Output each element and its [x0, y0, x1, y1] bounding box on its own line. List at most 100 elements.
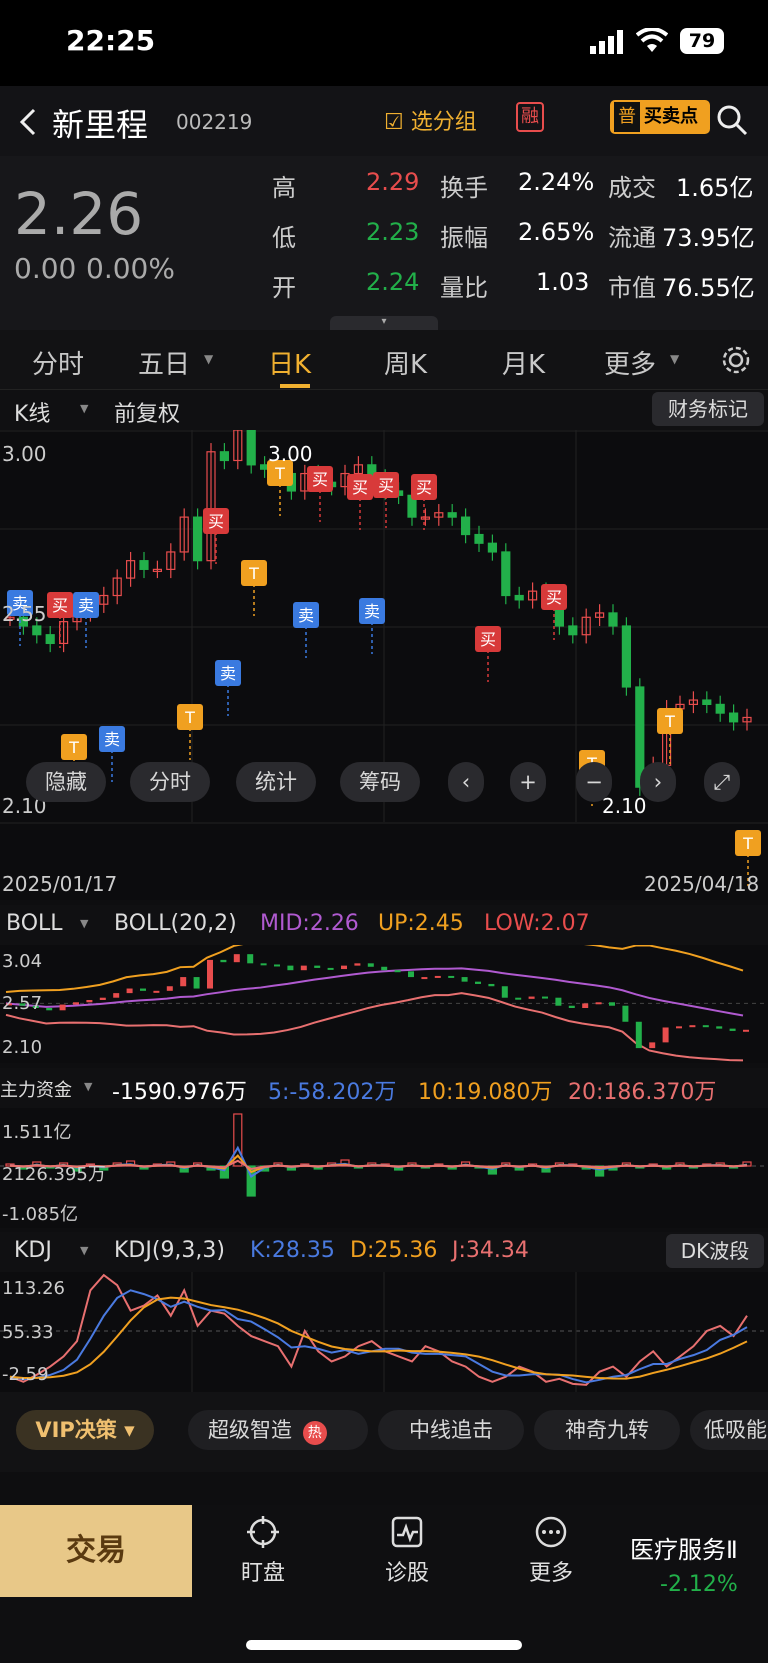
adjust-mode[interactable]: 前复权: [114, 396, 180, 428]
sector-change: -2.12%: [660, 1572, 738, 1597]
scroll-right-icon[interactable]: ›: [640, 762, 676, 802]
select-group-button[interactable]: ☑ 选分组: [384, 104, 477, 136]
boll-candle: [555, 997, 562, 1006]
fullscreen-icon[interactable]: ⤢: [704, 762, 740, 802]
boll-candle: [140, 988, 146, 991]
nav-more[interactable]: 更多: [496, 1515, 606, 1587]
mktcap-label: 市值: [608, 274, 656, 302]
kdj-svg: [0, 1272, 768, 1392]
date-start: 2025/01/17: [2, 872, 118, 896]
mktcap-value: 76.55亿: [662, 274, 755, 302]
checkbox-icon: ☑: [384, 110, 404, 135]
boll-candle: [314, 965, 321, 968]
kdj-y-mid: 55.33: [2, 1322, 54, 1343]
kdj-k: K:28.35: [250, 1238, 335, 1263]
capital-panel[interactable]: 1.511亿 2126.395万 -1.085亿: [0, 1108, 768, 1228]
amplitude-label: 振幅: [440, 224, 488, 252]
tab-more[interactable]: 更多: [604, 344, 656, 381]
more-dots-icon: [535, 1516, 567, 1548]
boll-candle: [662, 1027, 669, 1043]
nav-diagnose[interactable]: 诊股: [352, 1515, 462, 1587]
kline-chart[interactable]: 卖买卖T卖T买卖TT卖买买卖买买买买TTT 3.00 2.55 2.10 3.0…: [0, 421, 768, 900]
buysell-point-button[interactable]: 普买卖点: [610, 100, 710, 134]
capital-value: -1590.976万: [112, 1080, 247, 1105]
boll-candle: [582, 1003, 589, 1009]
candle-body: [715, 703, 725, 714]
dk-band-button[interactable]: DK波段: [666, 1234, 764, 1268]
candle-body: [193, 516, 203, 562]
sell-marker: 卖: [293, 602, 319, 658]
kdj-y-bottom: -2.59: [2, 1364, 49, 1385]
sector-name[interactable]: 医疗服务Ⅱ: [630, 1530, 738, 1565]
intraday-button[interactable]: 分时: [130, 762, 210, 802]
kline-subbar: K线 ▼ 前复权 财务标记: [0, 390, 768, 430]
date-end: 2025/04/18: [644, 872, 760, 896]
tab-intraday[interactable]: 分时: [32, 344, 84, 381]
tab-weekly-k[interactable]: 周K: [384, 344, 427, 381]
boll-candle: [73, 1002, 79, 1005]
strategy-super-manufacturing[interactable]: 超级智造 热: [188, 1410, 368, 1450]
expand-chevron-icon[interactable]: ▾: [330, 316, 438, 330]
margin-badge[interactable]: 融: [516, 102, 544, 132]
candle-body: [219, 451, 229, 462]
candle-body: [621, 625, 632, 688]
boll-y-bottom: 2.10: [2, 1037, 43, 1058]
search-icon[interactable]: [716, 104, 748, 136]
boll-svg: [0, 935, 768, 1062]
strategy-low-buy[interactable]: 低吸能: [690, 1410, 768, 1450]
svg-text:买: 买: [480, 630, 496, 649]
tab-five-day[interactable]: 五日: [138, 344, 190, 381]
chips-button[interactable]: 筹码: [340, 762, 420, 802]
strategy-midline-chase[interactable]: 中线追击: [378, 1410, 524, 1450]
kdj-panel[interactable]: 113.26 55.33 -2.59: [0, 1272, 768, 1392]
boll-header: BOLL ▼ BOLL(20,2) MID:2.26 UP:2.45 LOW:2…: [0, 905, 768, 945]
stats-button[interactable]: 统计: [236, 762, 316, 802]
boll-candle: [367, 963, 374, 967]
boll-candle: [126, 988, 133, 994]
back-icon[interactable]: [18, 108, 38, 136]
boll-candle: [716, 1026, 723, 1029]
tab-daily-k[interactable]: 日K: [268, 344, 311, 381]
boll-candle: [676, 1026, 682, 1029]
kdj-selector[interactable]: KDJ: [14, 1238, 52, 1263]
zoom-out-icon[interactable]: −: [576, 762, 612, 802]
vip-decision-button[interactable]: VIP决策 ▾: [16, 1410, 154, 1450]
float-value: 73.95亿: [662, 224, 755, 252]
boll-candle: [46, 1008, 53, 1011]
boll-mid: MID:2.26: [260, 911, 359, 936]
svg-text:买: 买: [378, 476, 394, 495]
boll-candle: [743, 1029, 749, 1032]
strategy-magic-nine[interactable]: 神奇九转: [534, 1410, 680, 1450]
sell-marker: 卖: [359, 598, 385, 654]
boll-candle: [649, 1042, 656, 1049]
settings-gear-icon[interactable]: [720, 344, 752, 376]
boll-candle: [220, 959, 227, 963]
boll-selector[interactable]: BOLL: [6, 911, 63, 936]
boll-y-mid: 2.57: [2, 993, 43, 1014]
zoom-in-icon[interactable]: +: [510, 762, 546, 802]
candle-body: [45, 634, 55, 645]
stock-code: 002219: [176, 110, 253, 134]
kline-selector[interactable]: K线: [14, 396, 50, 428]
hide-button[interactable]: 隐藏: [26, 762, 106, 802]
scroll-left-icon[interactable]: ‹: [448, 762, 484, 802]
boll-candle: [153, 990, 160, 993]
status-bar: 22:25 79: [0, 0, 768, 86]
finance-mark-button[interactable]: 财务标记: [652, 392, 764, 426]
boll-candle: [595, 1002, 602, 1005]
boll-panel[interactable]: 3.04 2.57 2.10: [0, 935, 768, 1063]
capital-ma5-line: [9, 1145, 748, 1178]
trade-button[interactable]: 交易: [0, 1505, 192, 1597]
nav-watch[interactable]: 盯盘: [208, 1515, 318, 1587]
capital-ma10: 10:19.080万: [418, 1080, 553, 1105]
capital-y-bottom: -1.085亿: [2, 1204, 79, 1225]
candle-body: [702, 699, 712, 705]
boll-candle: [260, 963, 267, 966]
boll-candle: [166, 986, 173, 991]
wifi-icon: [636, 28, 668, 52]
tab-monthly-k[interactable]: 月K: [502, 344, 545, 381]
capital-selector[interactable]: 主力资金: [0, 1076, 72, 1102]
boll-candle: [434, 975, 441, 978]
boll-candle: [233, 954, 240, 963]
svg-text:买: 买: [208, 512, 224, 531]
